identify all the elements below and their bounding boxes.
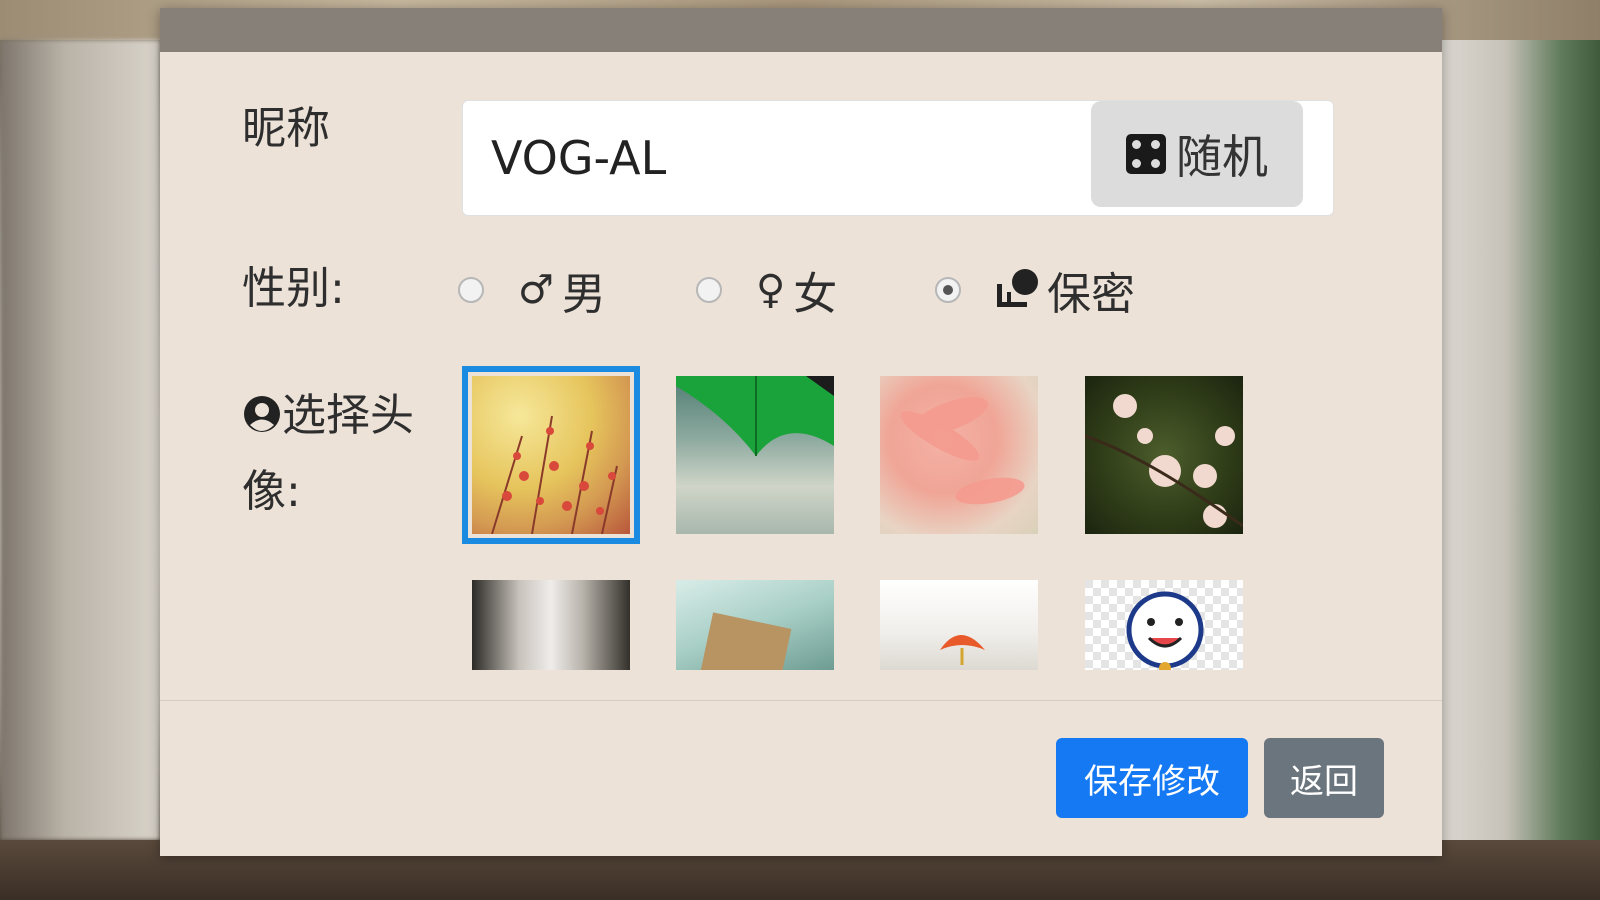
gender-label-male: 男 [561, 269, 606, 320]
gender-option-secret[interactable]: 保密 [935, 258, 1135, 322]
avatar-option-5[interactable] [472, 580, 630, 670]
green-umbrella-image [676, 376, 834, 456]
profile-edit-dialog: 昵称 VOG-AL 随机 性别: ♂ 男 ♀ 女 保密 选择头像: 保存修改 返… [160, 8, 1442, 856]
blossom-branch-image [491, 415, 618, 535]
back-button[interactable]: 返回 [1264, 738, 1384, 818]
user-circle-icon [244, 396, 280, 432]
cartoon-dog-image [1126, 591, 1204, 674]
avatar-option-2[interactable] [676, 376, 834, 534]
gender-radio-male[interactable] [458, 277, 484, 303]
avatar-option-7[interactable] [880, 580, 1038, 670]
gender-label-secret: 保密 [1047, 269, 1135, 320]
avatar-option-3[interactable] [880, 376, 1038, 534]
nickname-value[interactable]: VOG-AL [491, 127, 666, 189]
pink-daisy-image [900, 397, 1025, 505]
dice-icon [1126, 134, 1166, 174]
avatar-option-6[interactable] [676, 580, 834, 688]
gender-option-female[interactable]: ♀ 女 [696, 258, 837, 322]
gender-radio-female[interactable] [696, 277, 722, 303]
gender-label: 性别: [242, 263, 345, 314]
avatar-label: 选择头像: [242, 378, 472, 530]
nickname-label: 昵称 [242, 103, 330, 154]
avatar-option-1[interactable] [462, 366, 640, 544]
gender-radio-secret[interactable] [935, 277, 961, 303]
nickname-field[interactable]: VOG-AL 随机 [462, 100, 1334, 216]
cardboard-sign-image [700, 612, 792, 688]
female-icon: ♀ [756, 267, 786, 313]
male-icon: ♂ [518, 267, 554, 313]
white-blossom-image [1084, 394, 1244, 528]
footer-divider [160, 700, 1442, 701]
gender-label-female: 女 [793, 269, 838, 320]
random-button-label: 随机 [1176, 130, 1268, 184]
background-left [0, 40, 160, 840]
dialog-header-bar [160, 8, 1442, 52]
avatar-option-8[interactable] [1085, 580, 1243, 674]
avatar-option-4[interactable] [1084, 376, 1244, 534]
gender-option-male[interactable]: ♂ 男 [458, 258, 606, 322]
random-nickname-button[interactable]: 随机 [1091, 101, 1303, 207]
ginkgo-leaf-image [940, 635, 985, 665]
user-secret-icon [997, 269, 1038, 307]
save-changes-button[interactable]: 保存修改 [1056, 738, 1248, 818]
